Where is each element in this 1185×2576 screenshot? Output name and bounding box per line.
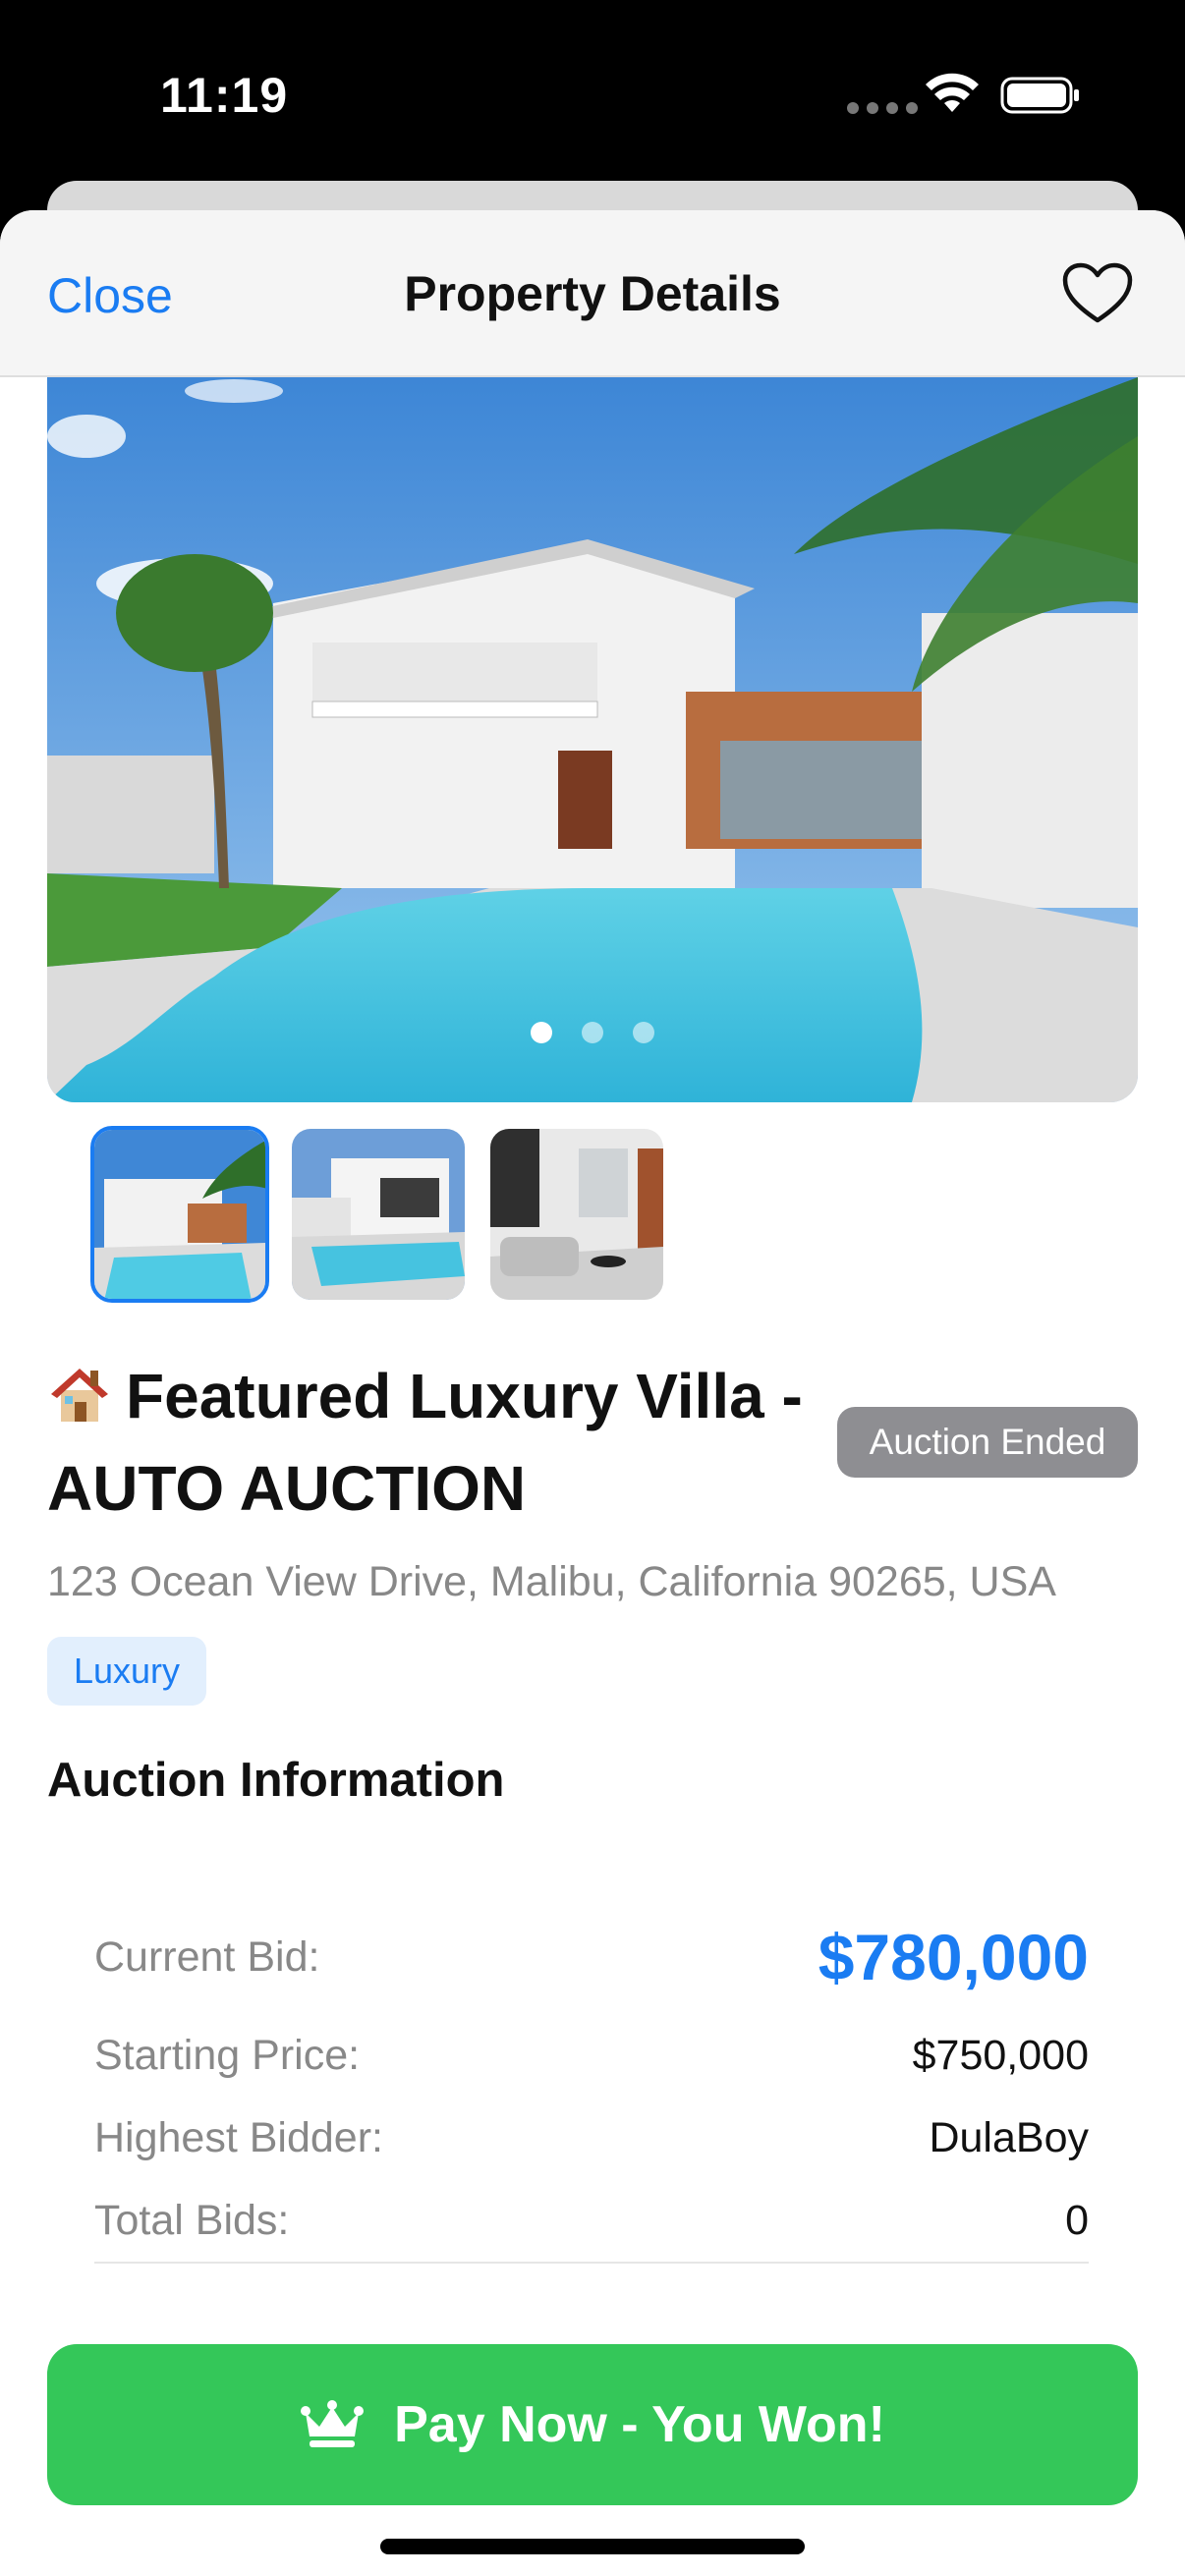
auction-section-title: Auction Information — [47, 1754, 505, 1807]
category-tag: Luxury — [47, 1637, 206, 1706]
total-bids-row: Total Bids: 0 — [94, 2189, 1089, 2252]
wifi-icon — [926, 73, 979, 112]
current-bid-value: $780,000 — [818, 1921, 1089, 1993]
current-bid-row: Current Bid: $780,000 — [94, 1908, 1089, 2006]
starting-price-row: Starting Price: $750,000 — [94, 2024, 1089, 2087]
house-emoji-icon — [51, 1369, 108, 1422]
thumbnail-living-room[interactable] — [487, 1126, 666, 1303]
home-indicator[interactable] — [380, 2539, 805, 2554]
highest-bidder-row: Highest Bidder: DulaBoy — [94, 2106, 1089, 2169]
page-indicator[interactable] — [47, 1022, 1138, 1043]
page-dot-active[interactable] — [531, 1022, 552, 1043]
current-bid-label: Current Bid: — [94, 1932, 320, 1981]
starting-price-label: Starting Price: — [94, 2031, 361, 2079]
crown-icon — [301, 2400, 365, 2447]
property-title: Featured Luxury Villa - AUTO AUCTION — [47, 1361, 803, 1524]
status-time: 11:19 — [160, 68, 289, 123]
heart-icon[interactable] — [1061, 261, 1134, 326]
main-photo[interactable] — [47, 377, 1138, 1102]
signal-icon — [847, 102, 918, 114]
status-badge: Auction Ended — [837, 1407, 1138, 1478]
highest-bidder-value: DulaBoy — [929, 2113, 1089, 2161]
page-dot[interactable] — [582, 1022, 603, 1043]
battery-icon — [1000, 77, 1079, 114]
property-details-sheet: Close Property Details Featured Luxury V… — [0, 210, 1185, 2576]
pay-now-label: Pay Now - You Won! — [394, 2396, 885, 2453]
pay-now-button[interactable]: Pay Now - You Won! — [47, 2344, 1138, 2505]
villa-photo — [47, 377, 1138, 1102]
total-bids-value: 0 — [1065, 2196, 1089, 2244]
page-title: Property Details — [404, 266, 781, 321]
property-address: 123 Ocean View Drive, Malibu, California… — [47, 1558, 1056, 1605]
thumbnail-modern-house[interactable] — [289, 1126, 468, 1303]
divider — [94, 2262, 1089, 2264]
thumbnail-strip — [90, 1126, 666, 1303]
status-bar: 11:19 — [0, 0, 1185, 187]
starting-price-value: $750,000 — [912, 2031, 1089, 2079]
navigation-bar: Close Property Details — [0, 210, 1185, 377]
total-bids-label: Total Bids: — [94, 2196, 290, 2244]
page-dot[interactable] — [633, 1022, 654, 1043]
thumbnail-villa-pool[interactable] — [90, 1126, 269, 1303]
highest-bidder-label: Highest Bidder: — [94, 2113, 383, 2161]
